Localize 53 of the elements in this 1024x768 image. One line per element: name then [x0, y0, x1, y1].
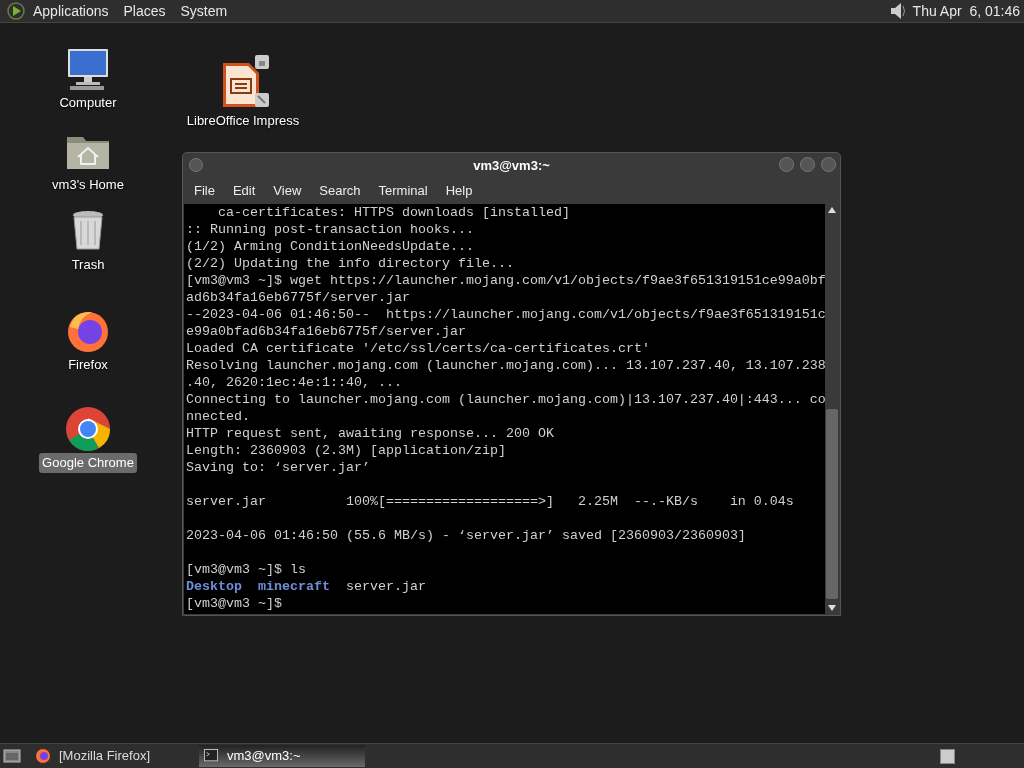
clock[interactable]: Thu Apr 6, 01:46	[912, 0, 1020, 22]
window-menu[interactable]: Search	[310, 181, 370, 201]
file-name: server.jar	[346, 578, 426, 595]
show-desktop-icon[interactable]	[3, 748, 21, 764]
terminal-line: ca-certificates: HTTPS downloads [installed]	[217, 205, 570, 220]
window-menu[interactable]: View	[264, 181, 311, 201]
window-title: vm3@vm3:~	[473, 156, 550, 175]
terminal-line: Saving to: ‘server.jar’	[186, 460, 370, 475]
desktop-icon-label[interactable]: Google Chrome	[39, 453, 137, 473]
directory-name: minecraft	[258, 578, 330, 595]
terminal-line: Connecting to launcher.mojang.com (launcher.mojang.com)|13.107.237.40|:443... co	[186, 392, 825, 407]
panel-menu[interactable]: System	[180, 0, 228, 22]
terminal-line: HTTP request sent, awaiting response... 200 OK	[186, 426, 554, 441]
desktop-icon-label[interactable]: LibreOffice Impress	[183, 111, 303, 131]
terminal-line: Resolving launcher.mojang.com (launcher.mojang.com)... 13.107.237.40, 13.107.238	[186, 358, 825, 373]
terminal-line: 2023-04-06 01:46:50 (55.6 MB/s) - ‘server.jar’ saved [2360903/2360903]	[186, 528, 746, 543]
window-menu[interactable]: Help	[436, 181, 482, 201]
terminal-line: e99a0bfad6b34fa16eb6775f/server.jar	[186, 324, 466, 339]
terminal-line: Length: 2360903 (2.3M) [application/zip]	[186, 443, 506, 458]
menu-logo-icon[interactable]	[6, 1, 26, 21]
terminal-line: server.jar 100%[===================>] 2.25M --.-KB/s in 0.04s	[186, 494, 794, 509]
window-menu[interactable]: File	[185, 181, 224, 201]
terminal-line: [vm3@vm3 ~]$	[186, 596, 282, 611]
terminal-line: nnected.	[186, 409, 250, 424]
panel-menu[interactable]: Applications	[33, 0, 109, 22]
panel-menu[interactable]: Places	[123, 0, 166, 22]
firefox-icon	[35, 748, 51, 764]
terminal-icon	[203, 749, 219, 763]
window-menu[interactable]: Edit	[223, 181, 265, 201]
terminal-line: .40, 2620:1ec:4e:1::40, ...	[186, 375, 402, 390]
desktop-icon-label[interactable]: vm3's Home	[49, 175, 127, 195]
terminal-line: --2023-04-06 01:46:50-- https://launcher.mojang.com/v1/objects/f9ae3f651319151c	[186, 307, 825, 322]
desktop-icon-label[interactable]: Trash	[68, 255, 108, 275]
terminal-line: :: Running post-transaction hooks...	[186, 222, 474, 237]
scroll-down-icon[interactable]	[828, 605, 836, 611]
terminal-line: [vm3@vm3 ~]$ wget https://launcher.mojang.com/v1/objects/f9ae3f651319151ce99a0bf	[186, 273, 825, 288]
desktop-icon-label[interactable]: Firefox	[65, 355, 111, 375]
terminal-line: (1/2) Arming ConditionNeedsUpdate...	[186, 239, 474, 254]
window-menu[interactable]: Terminal	[369, 181, 437, 201]
taskbar-button[interactable]: [Mozilla Firefox]	[35, 745, 195, 767]
scrollbar-thumb[interactable]	[826, 409, 838, 599]
terminal-line: (2/2) Updating the info directory file...	[186, 256, 514, 271]
terminal-line: Loaded CA certificate '/etc/ssl/certs/ca-certificates.crt'	[186, 341, 650, 356]
chrome-icon[interactable]	[64, 405, 112, 453]
workspace-switcher[interactable]	[940, 748, 955, 764]
terminal-line: ad6b34fa16eb6775f/server.jar	[186, 290, 410, 305]
directory-name: Desktop	[186, 578, 242, 595]
scrollbar[interactable]	[825, 204, 839, 614]
volume-icon[interactable]	[888, 1, 907, 21]
desktop-icon-label[interactable]: Computer	[56, 93, 120, 113]
taskbar-button[interactable]: vm3@vm3:~	[199, 745, 365, 767]
scroll-up-icon[interactable]	[828, 207, 836, 213]
terminal-line: [vm3@vm3 ~]$ ls	[186, 562, 306, 577]
